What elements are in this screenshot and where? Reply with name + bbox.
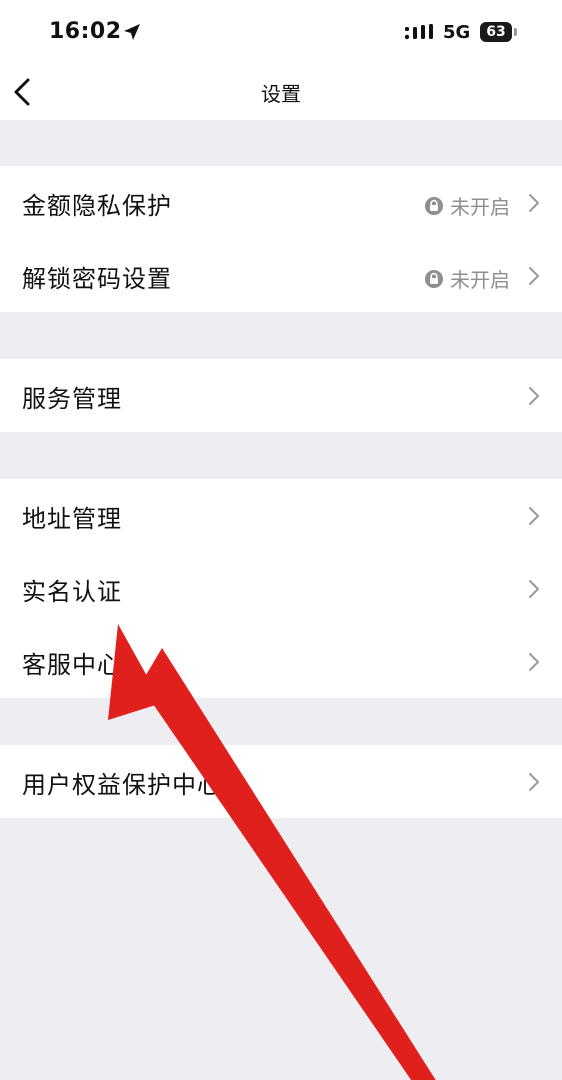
- page-title: 设置: [261, 82, 301, 106]
- list-item-customer-service[interactable]: 客服中心: [0, 625, 562, 698]
- row-label: 客服中心: [22, 651, 122, 679]
- signal-icon: [404, 24, 433, 40]
- lock-icon: [425, 269, 443, 288]
- chevron-right-icon: [529, 507, 539, 525]
- network-type: 5G: [443, 22, 471, 43]
- row-label: 实名认证: [22, 578, 122, 606]
- location-arrow-icon: [124, 24, 140, 40]
- list-item-unlock-password[interactable]: 解锁密码设置 未开启: [0, 239, 562, 312]
- chevron-right-icon: [529, 387, 539, 405]
- status-time: 16:02: [49, 19, 122, 44]
- list-item-real-name-verification[interactable]: 实名认证: [0, 552, 562, 625]
- row-status: 未开启: [424, 264, 510, 293]
- lock-icon: [425, 196, 443, 215]
- row-label: 解锁密码设置: [22, 265, 172, 293]
- account-group: 地址管理 实名认证 客服中心: [0, 479, 562, 698]
- rights-group: 用户权益保护中心: [0, 745, 562, 818]
- list-item-amount-privacy[interactable]: 金额隐私保护 未开启: [0, 166, 562, 239]
- status-text: 未开启: [450, 268, 510, 292]
- list-item-service-management[interactable]: 服务管理: [0, 359, 562, 432]
- row-label: 金额隐私保护: [22, 192, 172, 220]
- status-bar: 16:02 5G 63: [0, 0, 562, 64]
- list-item-user-rights-center[interactable]: 用户权益保护中心: [0, 745, 562, 818]
- row-label: 地址管理: [22, 505, 122, 533]
- row-label: 用户权益保护中心: [22, 771, 222, 799]
- chevron-right-icon: [529, 267, 539, 285]
- list-item-address-management[interactable]: 地址管理: [0, 479, 562, 552]
- nav-bar: 设置: [0, 64, 562, 120]
- chevron-right-icon: [529, 773, 539, 791]
- privacy-group: 金额隐私保护 未开启 解锁密码设置 未开启: [0, 166, 562, 312]
- battery-cap: [514, 28, 517, 36]
- chevron-right-icon: [529, 653, 539, 671]
- status-text: 未开启: [450, 195, 510, 219]
- row-label: 服务管理: [22, 385, 122, 413]
- row-status: 未开启: [424, 191, 510, 220]
- chevron-right-icon: [529, 580, 539, 598]
- chevron-right-icon: [529, 194, 539, 212]
- service-group: 服务管理: [0, 359, 562, 432]
- battery-icon: 63: [480, 22, 512, 42]
